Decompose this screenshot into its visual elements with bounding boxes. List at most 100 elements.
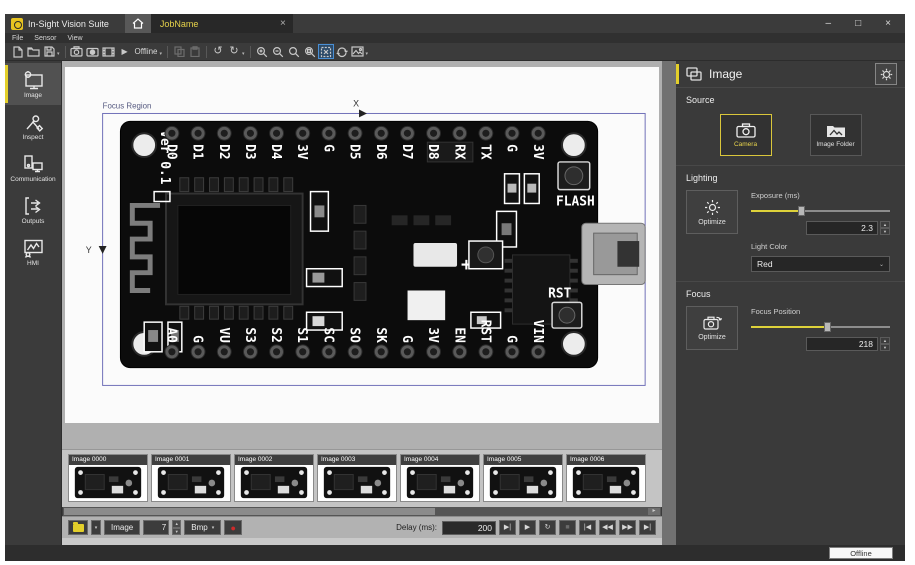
focus-position-slider[interactable]	[751, 321, 890, 333]
first-button[interactable]: |◀	[579, 520, 596, 535]
focus-position-value-field[interactable]: 218	[806, 337, 878, 351]
stop-button[interactable]: ■	[559, 520, 576, 535]
sidebar-item-outputs[interactable]: Outputs	[5, 189, 61, 231]
tab-close-icon[interactable]: ×	[280, 19, 286, 29]
undo-icon[interactable]: ↺	[210, 44, 226, 59]
filmstrip-thumbnail[interactable]: Image 0004	[400, 454, 480, 502]
tab-home[interactable]	[125, 14, 151, 33]
source-camera-button[interactable]: Camera	[720, 114, 772, 156]
source-image-folder-button[interactable]: Image Folder	[810, 114, 862, 156]
zoom-in-icon[interactable]	[254, 44, 270, 59]
exposure-slider[interactable]	[751, 205, 890, 217]
image-folder-button-label: Image Folder	[816, 141, 854, 148]
last-button[interactable]: ▶|	[639, 520, 656, 535]
exposure-slider-thumb[interactable]	[798, 206, 805, 216]
thumbnail-label: Image 0005	[484, 455, 562, 465]
record-folder-caret-icon[interactable]: ▾	[91, 520, 101, 535]
pin-label: 3V	[530, 144, 545, 160]
thumbnail-image	[401, 465, 479, 501]
zoom-fit-icon[interactable]	[318, 44, 334, 59]
tab-job[interactable]: JobName ×	[151, 14, 293, 33]
file-group-caret-icon[interactable]: ▾	[57, 51, 60, 57]
next-button[interactable]: ▶▶	[619, 520, 636, 535]
menu-file[interactable]: File	[12, 35, 23, 42]
outputs-icon	[21, 196, 45, 216]
trigger-acquire-icon[interactable]	[85, 44, 101, 59]
lighting-optimize-button[interactable]: Optimize	[686, 190, 738, 234]
focus-slider-thumb[interactable]	[824, 322, 831, 332]
open-job-icon[interactable]	[25, 44, 41, 59]
exposure-value-field[interactable]: 2.3	[806, 221, 878, 235]
filmstrip-thumbnail[interactable]: Image 0006	[566, 454, 646, 502]
loop-button[interactable]: ↻	[539, 520, 556, 535]
menu-view[interactable]: View	[67, 35, 82, 42]
title-bar: In-Sight Vision Suite JobName × – □ ×	[5, 14, 905, 33]
panel-splitter[interactable]	[662, 61, 676, 545]
camera-icon	[736, 123, 756, 138]
source-heading: Source	[686, 95, 895, 105]
axis-x-label: X	[353, 99, 359, 109]
home-icon	[132, 18, 144, 29]
zoom-region-icon[interactable]	[302, 44, 318, 59]
spin-down-icon: ▼	[880, 344, 890, 351]
toolbar: ▾ ▶ Offline ▾ ↺ ↻ ▾ ▾	[5, 43, 905, 61]
run-play-icon[interactable]: ▶	[117, 44, 133, 59]
live-video-icon[interactable]	[69, 44, 85, 59]
run-mode-caret-icon[interactable]: ▾	[160, 51, 163, 57]
pin-label: SO	[347, 327, 362, 343]
image-number-spinner[interactable]: ▲▼	[172, 520, 181, 535]
zoom-group-caret-icon[interactable]: ▾	[366, 51, 369, 57]
filmstrip-scrollbar[interactable]: ▸	[63, 507, 661, 516]
exposure-spinner[interactable]: ▲▼	[880, 221, 890, 235]
filmstrip-thumbnail[interactable]: Image 0001	[151, 454, 231, 502]
record-button[interactable]: ●	[224, 520, 242, 535]
exposure-label: Exposure (ms)	[751, 191, 895, 200]
focus-position-label: Focus Position	[751, 307, 895, 316]
source-section: Source Camera Image Folder	[676, 88, 905, 165]
menu-sensor[interactable]: Sensor	[34, 35, 56, 42]
play-button[interactable]: ▶	[519, 520, 536, 535]
step-button[interactable]: ▶|	[499, 520, 516, 535]
filmstrip-thumbnail[interactable]: Image 0003	[317, 454, 397, 502]
record-images-icon[interactable]	[101, 44, 117, 59]
settings-gear-button[interactable]	[875, 63, 897, 85]
image-number-field[interactable]: 7	[143, 520, 169, 535]
app-logo-icon	[11, 18, 23, 30]
record-folder-button[interactable]	[68, 520, 88, 535]
undo-group-caret-icon[interactable]: ▾	[242, 51, 245, 57]
sidebar-item-communication[interactable]: Communication	[5, 147, 61, 189]
save-job-icon[interactable]	[41, 44, 57, 59]
scrollbar-thumb[interactable]	[64, 508, 435, 515]
sidebar-item-label: HMI	[27, 260, 39, 267]
prev-button[interactable]: ◀◀	[599, 520, 616, 535]
delay-field[interactable]: 200	[442, 521, 496, 535]
light-color-select[interactable]: Red ⌄	[751, 256, 890, 272]
sidebar-item-hmi[interactable]: HMI	[5, 231, 61, 273]
left-sidebar: Image Inspect Communication Outputs HMI	[5, 61, 62, 545]
window-minimize-button[interactable]: –	[826, 18, 832, 29]
zoom-out-icon[interactable]	[270, 44, 286, 59]
redo-icon[interactable]: ↻	[226, 44, 242, 59]
image-prefix-field[interactable]: Image	[104, 520, 140, 535]
focus-position-spinner[interactable]: ▲▼	[880, 337, 890, 351]
filmstrip-thumbnail[interactable]: Image 0005	[483, 454, 563, 502]
rotate-view-icon[interactable]	[334, 44, 350, 59]
sidebar-item-inspect[interactable]: Inspect	[5, 105, 61, 147]
pin-label: D1	[190, 144, 205, 160]
focus-optimize-button[interactable]: Optimize	[686, 306, 738, 350]
copy-icon[interactable]	[171, 44, 187, 59]
filmstrip-thumbnail[interactable]: Image 0000	[68, 454, 148, 502]
thumbnail-label: Image 0003	[318, 455, 396, 465]
sidebar-item-image[interactable]: Image	[5, 63, 61, 105]
new-job-icon[interactable]	[9, 44, 25, 59]
filmstrip-thumbnail[interactable]: Image 0002	[234, 454, 314, 502]
scrollbar-right-arrow-icon[interactable]: ▸	[648, 508, 660, 515]
sidebar-item-label: Image	[24, 92, 42, 99]
zoom-actual-icon[interactable]	[286, 44, 302, 59]
snapshot-image-icon[interactable]	[350, 44, 366, 59]
window-close-button[interactable]: ×	[885, 18, 891, 29]
acquired-image[interactable]: Focus Region X Y	[65, 67, 659, 423]
paste-icon[interactable]	[187, 44, 203, 59]
window-maximize-button[interactable]: □	[855, 18, 861, 29]
format-select[interactable]: Bmp▾	[184, 520, 221, 535]
